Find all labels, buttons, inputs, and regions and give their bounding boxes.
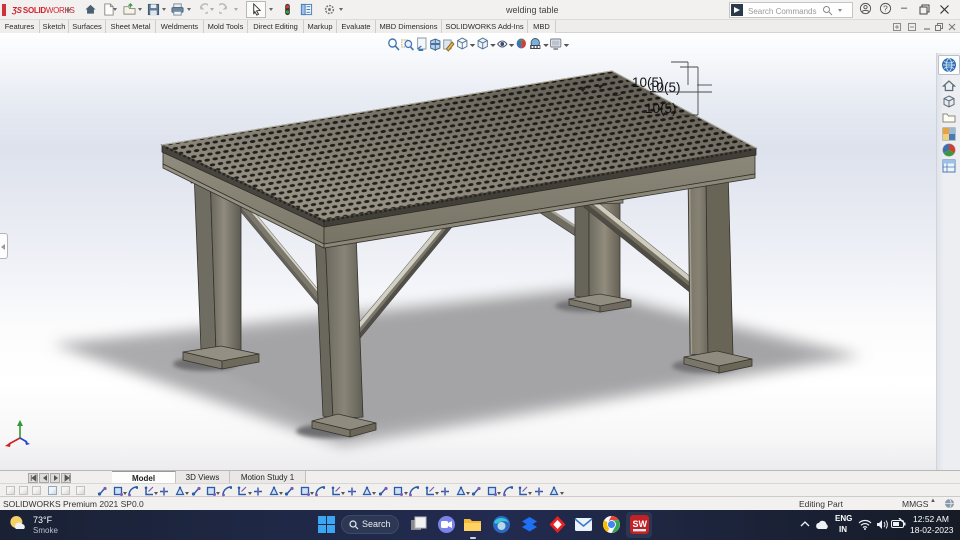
svg-text:10(5): 10(5) bbox=[645, 101, 677, 116]
svg-text:SW: SW bbox=[633, 519, 648, 529]
svg-text:?: ? bbox=[883, 3, 888, 13]
svg-text:10(5): 10(5) bbox=[649, 80, 681, 95]
